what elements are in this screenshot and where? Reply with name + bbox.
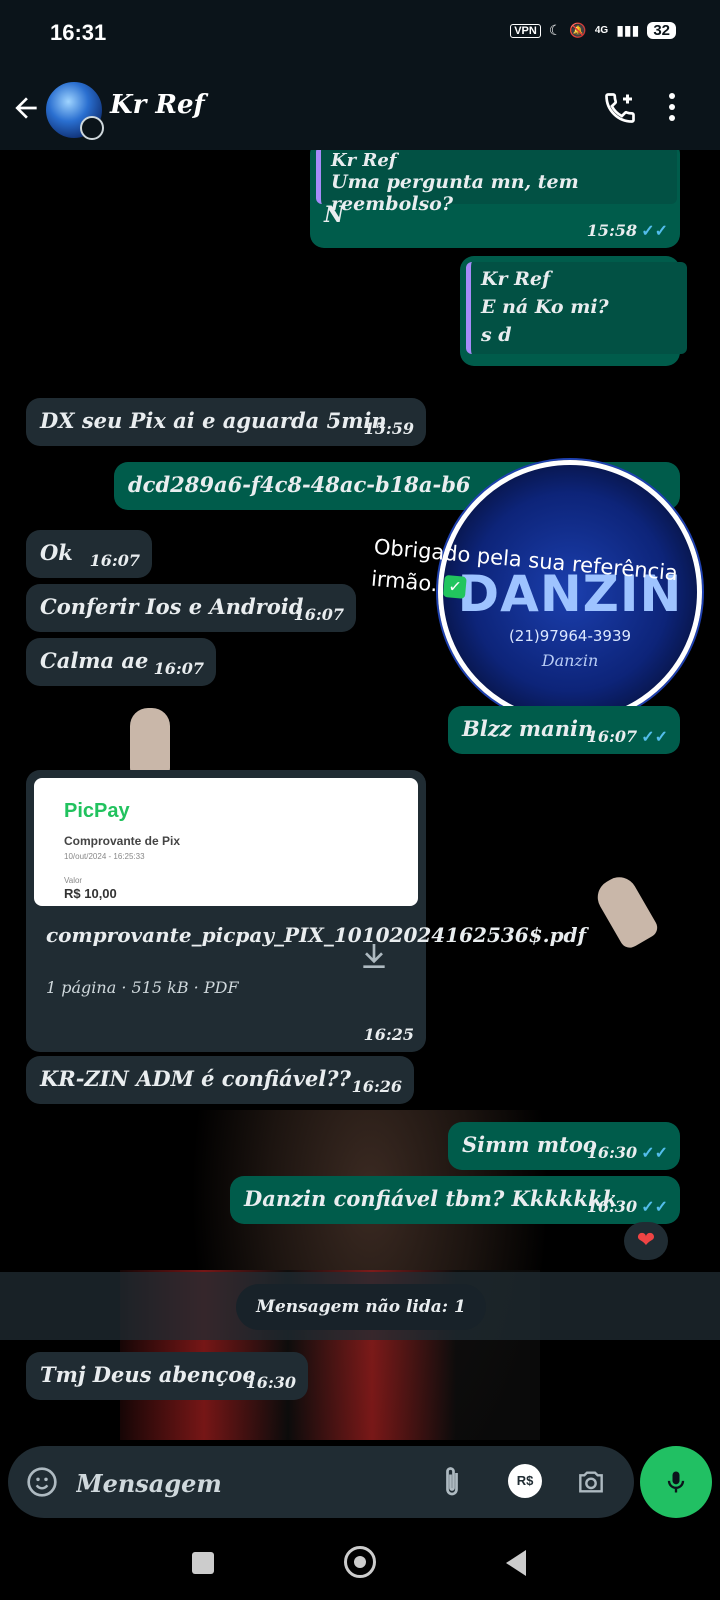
- back-button[interactable]: [506, 1550, 526, 1576]
- read-ticks-icon: ✓✓: [641, 221, 668, 240]
- signal-icon: ▮▮▮: [616, 22, 640, 38]
- document-filename: comprovante_picpay_PIX_10102024162536$.p…: [46, 923, 587, 947]
- message-text: Tmj Deus abençoe: [40, 1362, 256, 1387]
- picpay-logo: PicPay: [64, 800, 130, 822]
- message-time: 16:07 ✓✓: [586, 727, 668, 746]
- message-incoming[interactable]: DX seu Pix ai e aguarda 5min 15:59: [26, 398, 426, 446]
- preview-value: R$ 10,00: [64, 886, 117, 901]
- message-incoming[interactable]: Ok 16:07: [26, 530, 152, 578]
- message-text: DX seu Pix ai e aguarda 5min: [40, 408, 387, 433]
- message-text: Danzin confiável tbm? Kkkkkkk: [244, 1186, 618, 1211]
- message-outgoing[interactable]: Danzin confiável tbm? Kkkkkkk 16:30 ✓✓: [230, 1176, 680, 1224]
- chat-title[interactable]: Kr Ref: [110, 90, 205, 120]
- more-options-icon[interactable]: [668, 92, 676, 122]
- chat-area[interactable]: Kr Ref Uma pergunta mn, tem reembolso? N…: [0, 150, 720, 1440]
- attach-icon[interactable]: [440, 1464, 464, 1500]
- unread-label: Mensagem não lida: 1: [236, 1284, 486, 1330]
- preview-value-label: Valor: [64, 876, 83, 885]
- quoted-message[interactable]: Kr Ref E ná Ko mi? s d: [466, 262, 687, 354]
- wallpaper-hand: [591, 870, 661, 952]
- message-time: 16:30 ✓✓: [586, 1143, 668, 1162]
- mic-button[interactable]: [640, 1446, 712, 1518]
- message-outgoing[interactable]: Kr Ref E ná Ko mi? s d: [460, 256, 687, 366]
- message-text: Blzz manin: [462, 716, 594, 741]
- status-icons: VPN ☾ 🔕 4G ▮▮▮ 32: [510, 22, 676, 39]
- message-incoming[interactable]: Conferir Ios e Android 16:07: [26, 584, 356, 632]
- status-ring-icon: [80, 116, 104, 140]
- message-time: 16:07: [153, 659, 204, 678]
- network-label: 4G: [594, 25, 609, 36]
- emoji-icon[interactable]: [26, 1466, 58, 1498]
- heart-reaction-icon[interactable]: ❤: [624, 1222, 668, 1260]
- message-time: 16:07: [89, 551, 140, 570]
- message-time: 15:58 ✓✓: [586, 221, 668, 240]
- payment-icon[interactable]: R$: [508, 1464, 542, 1498]
- back-arrow-icon[interactable]: [10, 92, 42, 124]
- document-meta: 1 página · 515 kB · PDF: [46, 978, 239, 997]
- mic-icon: [667, 1471, 685, 1493]
- quote-text: E ná Ko mi?: [481, 296, 609, 318]
- quote-author: Kr Ref: [331, 150, 397, 171]
- wallpaper-hand: [130, 708, 170, 778]
- quoted-message[interactable]: Kr Ref Uma pergunta mn, tem reembolso?: [316, 150, 677, 215]
- message-time: 15:59: [363, 419, 414, 438]
- message-incoming[interactable]: KR-ZIN ADM é confiável?? 16:26: [26, 1056, 414, 1104]
- mute-icon: 🔕: [569, 22, 587, 38]
- chat-header: Kr Ref: [0, 70, 720, 150]
- preview-date: 10/out/2024 - 16:25:33: [64, 852, 145, 861]
- message-input[interactable]: [74, 1464, 418, 1502]
- sticker-signature: Danzin: [541, 651, 599, 670]
- message-outgoing[interactable]: Kr Ref Uma pergunta mn, tem reembolso? N…: [310, 150, 680, 248]
- read-ticks-icon: ✓✓: [641, 1143, 668, 1162]
- message-text: Conferir Ios e Android: [40, 594, 304, 619]
- home-button[interactable]: [344, 1546, 376, 1578]
- camera-icon[interactable]: [574, 1466, 608, 1498]
- sticker-phone: (21)97964-3939: [508, 627, 632, 645]
- status-bar: 16:31 VPN ☾ 🔕 4G ▮▮▮ 32: [0, 0, 720, 70]
- check-icon: ✓: [443, 574, 468, 599]
- preview-title: Comprovante de Pix: [64, 834, 181, 848]
- message-input-bar: R$: [8, 1446, 634, 1518]
- document-preview[interactable]: PicPay Comprovante de Pix 10/out/2024 - …: [34, 778, 418, 906]
- message-time: 16:07: [293, 605, 344, 624]
- quote-author: Kr Ref: [481, 268, 551, 290]
- message-text: Simm mtoo: [462, 1132, 597, 1157]
- message-outgoing[interactable]: Simm mtoo 16:30 ✓✓: [448, 1122, 680, 1170]
- download-icon[interactable]: [358, 940, 390, 972]
- moon-icon: ☾: [548, 22, 562, 38]
- message-time: 16:26: [351, 1077, 402, 1096]
- quote-extra: s d: [481, 324, 512, 346]
- message-time: 16:30 ✓✓: [586, 1197, 668, 1216]
- read-ticks-icon: ✓✓: [641, 1197, 668, 1216]
- document-message[interactable]: PicPay Comprovante de Pix 10/out/2024 - …: [26, 770, 587, 1052]
- message-outgoing[interactable]: Blzz manin 16:07 ✓✓: [448, 706, 680, 754]
- read-ticks-icon: ✓✓: [641, 727, 668, 746]
- message-text: dcd289a6-f4c8-48ac-b18a-b6: [128, 472, 471, 497]
- message-incoming[interactable]: Tmj Deus abençoe 16:30: [26, 1352, 308, 1400]
- vpn-icon: VPN: [510, 23, 541, 38]
- message-text: Calma ae: [40, 648, 149, 673]
- message-time: 16:25: [363, 1025, 414, 1044]
- message-text: KR-ZIN ADM é confiável??: [40, 1066, 351, 1091]
- message-text: Ok: [40, 540, 73, 565]
- message-text: N: [324, 202, 345, 228]
- quote-text: Uma pergunta mn, tem reembolso?: [331, 171, 579, 215]
- battery-icon: 32: [647, 22, 676, 39]
- status-time: 16:31: [50, 20, 107, 45]
- add-call-icon[interactable]: [602, 90, 638, 126]
- message-time: 16:30: [245, 1373, 296, 1392]
- system-nav-bar: [0, 1530, 720, 1600]
- recents-button[interactable]: [192, 1552, 214, 1574]
- message-incoming[interactable]: Calma ae 16:07: [26, 638, 216, 686]
